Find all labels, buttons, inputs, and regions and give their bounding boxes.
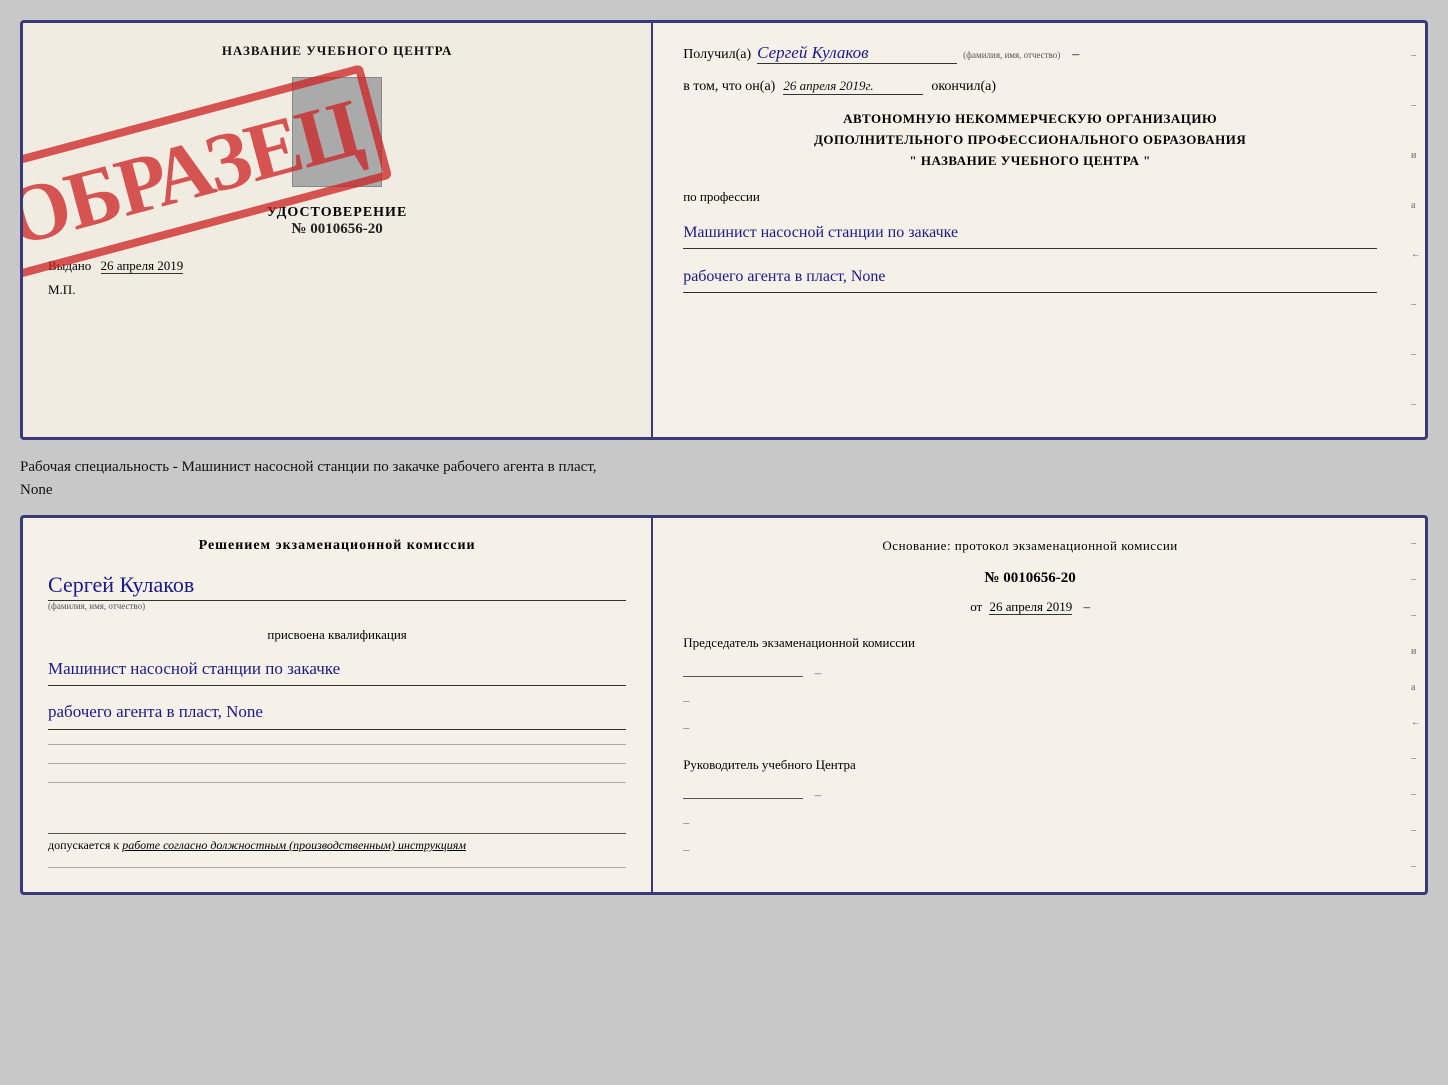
deco2-dash2: – — [1411, 574, 1421, 585]
page-wrapper: НАЗВАНИЕ УЧЕБНОГО ЦЕНТРА УДОСТОВЕРЕНИЕ №… — [20, 20, 1428, 895]
rukovoditel-dash3: – — [683, 842, 1377, 857]
profession-line1-top: Машинист насосной станции по закачке — [683, 219, 1377, 249]
poluchil-label: Получил(а) — [683, 47, 751, 63]
protocol-dash: – — [1084, 599, 1091, 614]
date-value-top: 26 апреля 2019г. — [783, 78, 923, 95]
separator-line3 — [48, 782, 626, 783]
org-block: АВТОНОМНУЮ НЕКОММЕРЧЕСКУЮ ОРГАНИЗАЦИЮ ДО… — [683, 109, 1377, 171]
predsedatel-block: Председатель экзаменационной комиссии – — [683, 635, 1377, 681]
cert-bottom-left: Решением экзаменационной комиссии Сергей… — [23, 518, 653, 892]
profession-line2-top: рабочего агента в пласт, None — [683, 263, 1377, 293]
deco2-dash3: – — [1411, 610, 1421, 621]
cert-top-title: НАЗВАНИЕ УЧЕБНОГО ЦЕНТРА — [222, 43, 453, 59]
person-name-block: Сергей Кулаков (фамилия, имя, отчество) — [48, 572, 626, 611]
qualification-line1: Машинист насосной станции по закачке — [48, 653, 626, 686]
subtitle-line1: Рабочая специальность - Машинист насосно… — [20, 456, 1428, 479]
deco2-dash1: – — [1411, 538, 1421, 549]
predsedatel-signature-line — [683, 657, 803, 677]
deco-dash6: – — [1411, 399, 1421, 410]
protocol-date: 26 апреля 2019 — [989, 599, 1072, 615]
cert-bottom-right: Основание: протокол экзаменационной коми… — [653, 518, 1407, 892]
predsedatel-dash2: – — [683, 693, 1377, 708]
certificate-top: НАЗВАНИЕ УЧЕБНОГО ЦЕНТРА УДОСТОВЕРЕНИЕ №… — [20, 20, 1428, 440]
prisvoena-label: присвоена квалификация — [48, 627, 626, 643]
predsedatel-dash: – — [814, 665, 821, 680]
deco-dash5: – — [1411, 349, 1421, 360]
cert-top-right: Получил(а) Сергей Кулаков (фамилия, имя,… — [653, 23, 1407, 437]
photo-placeholder — [292, 77, 382, 187]
dopuskaetsya-text: работе согласно должностным (производств… — [122, 838, 466, 852]
name-hint-bottom: (фамилия, имя, отчество) — [48, 601, 626, 611]
osnovanie-title: Основание: протокол экзаменационной коми… — [683, 538, 1377, 554]
rukovoditel-signature-line — [683, 779, 803, 799]
right-edge-deco-bottom: – – – и а ← – – – – — [1407, 518, 1425, 892]
komissia-title: Решением экзаменационной комиссии — [48, 538, 626, 554]
cert-top-left: НАЗВАНИЕ УЧЕБНОГО ЦЕНТРА УДОСТОВЕРЕНИЕ №… — [23, 23, 653, 437]
subtitle-block: Рабочая специальность - Машинист насосно… — [20, 452, 1428, 503]
deco-dash1: – — [1411, 50, 1421, 61]
predsedatel-dash3: – — [683, 720, 1377, 735]
separator-line2 — [48, 763, 626, 764]
protocol-number: № 0010656-20 — [683, 570, 1377, 587]
dopuskaetsya-prefix: допускается к — [48, 838, 119, 852]
deco-a: а — [1411, 200, 1421, 211]
vydano-row: Выдано 26 апреля 2019 — [48, 258, 626, 274]
org-name: " НАЗВАНИЕ УЧЕБНОГО ЦЕНТРА " — [683, 151, 1377, 172]
rukovoditel-dash: – — [814, 787, 821, 802]
name-hint-top: (фамилия, имя, отчество) — [963, 50, 1060, 60]
mp-row: М.П. — [48, 282, 626, 298]
person-name-bottom: Сергей Кулаков — [48, 572, 626, 601]
recipient-row: Получил(а) Сергей Кулаков (фамилия, имя,… — [683, 43, 1377, 64]
predsedatel-label: Председатель экзаменационной комиссии — [683, 635, 1377, 651]
date-row-top: в том, что он(а) 26 апреля 2019г. окончи… — [683, 78, 1377, 95]
dopuskaetsya-row: допускается к работе согласно должностны… — [48, 833, 626, 853]
deco2-a: а — [1411, 682, 1421, 693]
certificate-bottom: Решением экзаменационной комиссии Сергей… — [20, 515, 1428, 895]
deco-i: и — [1411, 150, 1421, 161]
udostoverenie-number: № 0010656-20 — [267, 221, 407, 238]
org-line1: АВТОНОМНУЮ НЕКОММЕРЧЕСКУЮ ОРГАНИЗАЦИЮ — [683, 109, 1377, 130]
vydano-date: 26 апреля 2019 — [101, 258, 184, 274]
qualification-line2: рабочего агента в пласт, None — [48, 696, 626, 729]
org-line2: ДОПОЛНИТЕЛЬНОГО ПРОФЕССИОНАЛЬНОГО ОБРАЗО… — [683, 130, 1377, 151]
rukovoditel-dash2: – — [683, 815, 1377, 830]
deco-dash3: ← — [1411, 249, 1421, 260]
deco2-dash6: – — [1411, 825, 1421, 836]
deco2-dash4: – — [1411, 753, 1421, 764]
protocol-date-row: от 26 апреля 2019 – — [683, 599, 1377, 615]
deco-dash2: – — [1411, 100, 1421, 111]
rukovoditel-block: Руководитель учебного Центра – — [683, 757, 1377, 803]
dash-top: – — [1072, 47, 1079, 63]
subtitle-line2: None — [20, 479, 1428, 502]
vtom-label: в том, что он(а) — [683, 79, 775, 95]
recipient-name: Сергей Кулаков — [757, 43, 957, 64]
right-edge-deco: – – и а ← – – – — [1407, 23, 1425, 437]
ot-label: от — [970, 599, 982, 614]
deco-dash4: – — [1411, 299, 1421, 310]
deco2-dash5: – — [1411, 789, 1421, 800]
deco2-i: и — [1411, 646, 1421, 657]
profession-label-top: по профессии — [683, 189, 1377, 205]
deco2-arrow: ← — [1411, 717, 1421, 728]
deco2-dash7: – — [1411, 861, 1421, 872]
udostoverenie-block: УДОСТОВЕРЕНИЕ № 0010656-20 — [267, 205, 407, 238]
okonchil-label: окончил(а) — [931, 79, 996, 95]
udostoverenie-label: УДОСТОВЕРЕНИЕ — [267, 205, 407, 221]
separator-line4 — [48, 867, 626, 868]
separator-line1 — [48, 744, 626, 745]
rukovoditel-label: Руководитель учебного Центра — [683, 757, 1377, 773]
vydano-label: Выдано — [48, 258, 91, 273]
